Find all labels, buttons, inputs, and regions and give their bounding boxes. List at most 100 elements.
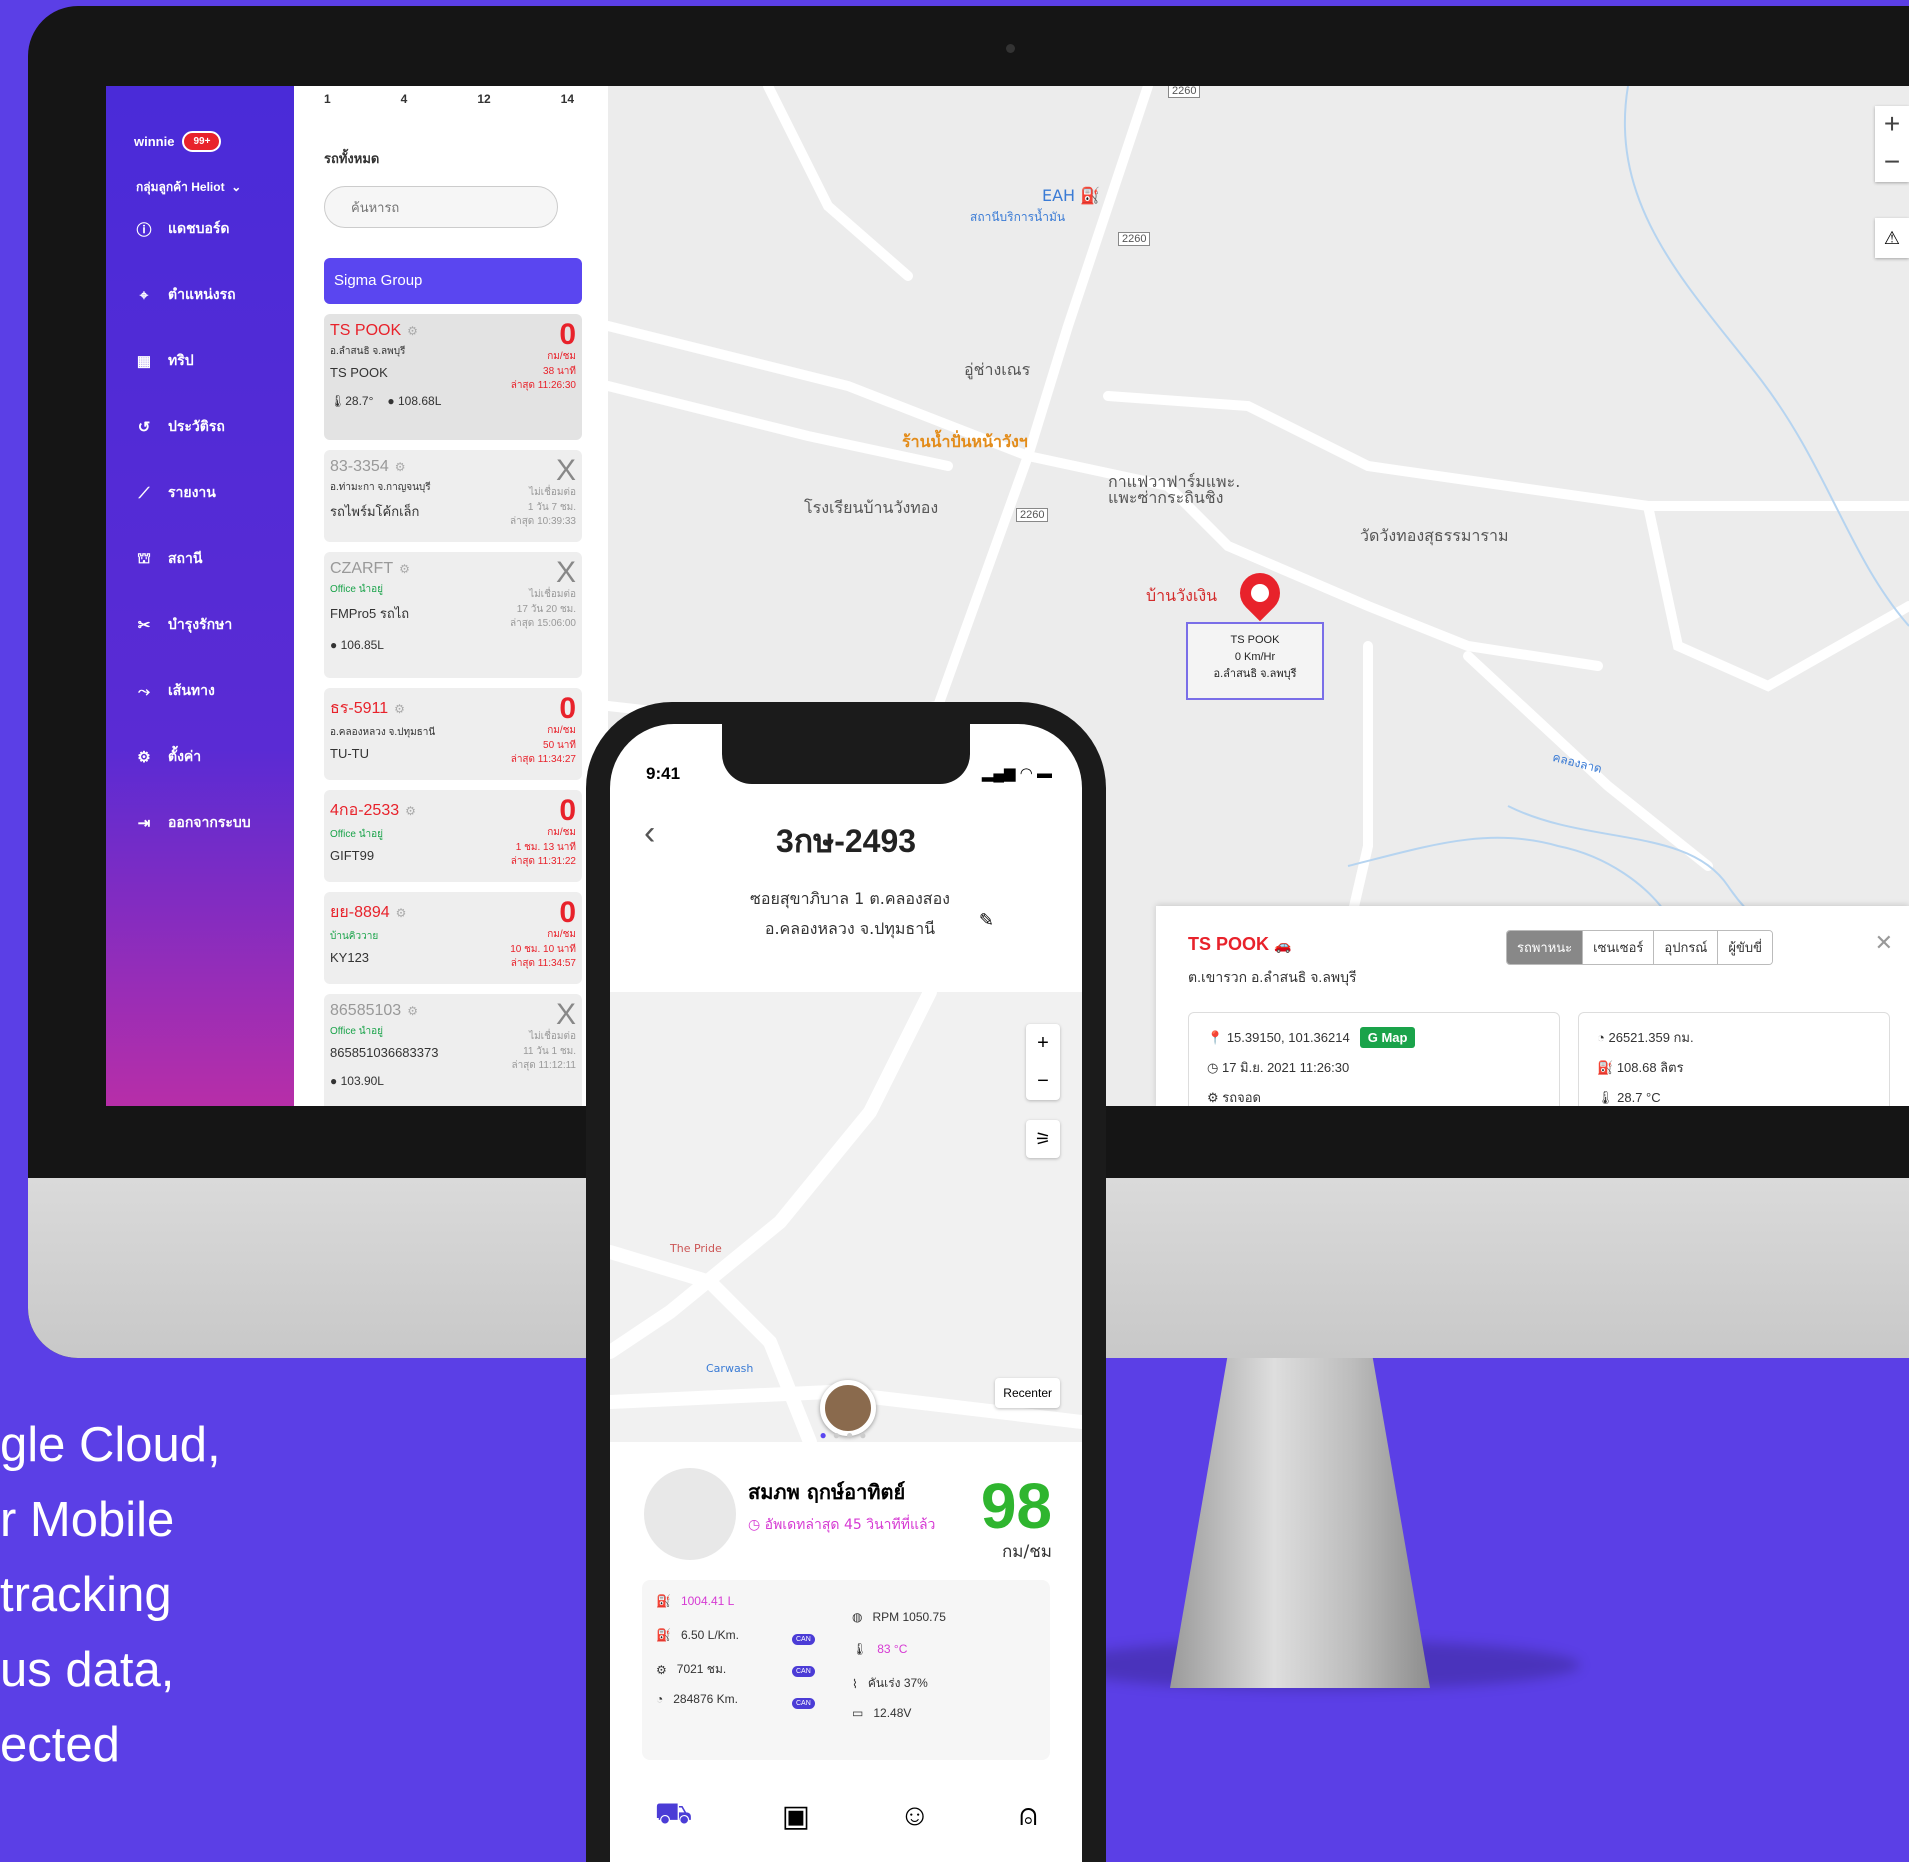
tab-driver[interactable]: ผู้ขับขี่ [1717, 931, 1773, 964]
tools-icon: ✂ [137, 617, 151, 634]
gear-icon[interactable]: ⚙ [396, 906, 407, 920]
sidebar-item-label: เส้นทาง [168, 682, 215, 698]
chip-icon[interactable]: ▣ [782, 1799, 810, 1834]
vehicle-name: 86585103 [330, 1002, 402, 1019]
customer-group-label: กลุ่มลูกค้า Heliot [136, 180, 225, 194]
count-offline[interactable]: 14 [561, 92, 574, 106]
poi-label[interactable]: อู่ช่างเณร [964, 358, 1030, 383]
sidebar-item-label: รายงาน [168, 484, 216, 500]
gear-icon[interactable]: ⚙ [395, 460, 406, 474]
poi-label[interactable]: วัดวังทองสุธรรมาราม [1360, 524, 1509, 549]
zoom-out-button[interactable]: − [1875, 144, 1909, 182]
odometer-row: ◔ 26521.359 กม. [1597, 1023, 1871, 1053]
car-icon: 🚗 [1274, 937, 1292, 953]
vehicle-card[interactable]: 83-3354 ⚙ อ.ท่ามะกา จ.กาญจนบุรี รถไพร์มโค… [324, 450, 582, 542]
vehicle-card[interactable]: 4กอ-2533 ⚙ Office นำอยู่ GIFT99 0 กม/ชม 1 ช… [324, 790, 582, 882]
fuel-row: ⛽ 108.68 ลิตร [1597, 1053, 1871, 1083]
sidebar-item-location[interactable]: ⌖ ตำแหน่งรถ [134, 284, 236, 306]
phone-map[interactable]: The Pride Carwash [610, 985, 1082, 1449]
tab-vehicle[interactable]: รถพาหนะ [1507, 931, 1583, 964]
google-map-button[interactable]: G Map [1359, 1027, 1416, 1048]
mileage-stat: ◔ 284876 Km. [656, 1692, 738, 1706]
gmap-label: Map [1381, 1030, 1408, 1045]
pin-icon: 📍 [1207, 1030, 1224, 1045]
count-parked[interactable]: 12 [477, 92, 490, 106]
tab-device[interactable]: อุปกรณ์ [1653, 931, 1718, 964]
poi-label[interactable]: กาแฟวาฟาร์มแพะ. แพะซ่ากระถินชิง [1108, 474, 1240, 506]
vehicle-list-panel: 1 4 12 14 รถทั้งหมด Sigma Group TS POOK ⚙… [294, 86, 608, 1106]
temp-row: 🌡 28.7 °C [1597, 1083, 1871, 1106]
user-info[interactable]: winnie 99+ [134, 131, 222, 152]
tab-sensor[interactable]: เซนเซอร์ [1582, 931, 1654, 964]
engine-icon: ⚙ [1207, 1090, 1219, 1105]
can-badge: CAN [792, 1666, 815, 1677]
vehicle-card[interactable]: ยย-8894 ⚙ บ้านคิววาย KY123 0 กม/ชม 10 ชม. 1… [324, 892, 582, 984]
info-icon: ⓘ [136, 221, 152, 239]
can-badge: CAN [792, 1634, 815, 1645]
warning-icon[interactable]: ⚠ [1875, 218, 1909, 258]
fuel-value: 108.68 ลิตร [1616, 1060, 1684, 1075]
vehicle-card[interactable]: ธร-5911 ⚙ อ.คลองหลวง จ.ปทุมธานี TU-TU 0 กม… [324, 688, 582, 780]
station-icon: ⛫ [137, 549, 151, 567]
gear-icon[interactable]: ⚙ [394, 702, 405, 716]
sidebar-item-report[interactable]: ⟋ รายงาน [134, 482, 216, 504]
recenter-button[interactable]: Recenter [995, 1378, 1060, 1408]
gear-icon[interactable]: ⚙ [407, 1004, 418, 1018]
gear-icon[interactable]: ⚙ [407, 324, 418, 338]
sidebar-item-history[interactable]: ↺ ประวัติรถ [134, 416, 225, 438]
engine-icon: ⚙ [656, 1662, 667, 1677]
sidebar-item-settings[interactable]: ⚙ ตั้งค่า [134, 746, 201, 768]
status-row: ⚙ รถจอด [1207, 1083, 1541, 1106]
vehicle-name: 4กอ-2533 [330, 802, 400, 819]
zoom-in-button[interactable]: + [1026, 1024, 1060, 1062]
consumption-value: 6.50 L/Km. [680, 1628, 739, 1642]
vehicle-card[interactable]: TS POOK ⚙ อ.ลำสนธิ จ.ลพบุรี TS POOK 0 กม/ช… [324, 314, 582, 440]
vehicle-status: 0 กม/ชม 38 นาที ล่าสุด 11:26:30 [511, 320, 576, 394]
driver-icon[interactable]: ☺ [899, 1799, 930, 1833]
truck-icon[interactable]: ⛟ [655, 1797, 693, 1835]
sidebar-item-label: ประวัติรถ [168, 418, 225, 434]
edit-icon[interactable]: ✎ [979, 910, 994, 931]
fuel-pump-icon: ⛽ [1080, 186, 1101, 205]
speed-display: 98 กม/ชม [981, 1474, 1052, 1565]
poi-label[interactable]: บ้านวังเงิน [1146, 584, 1217, 609]
customer-group-select[interactable]: กลุ่มลูกค้า Heliot ⌄ [136, 178, 241, 197]
driver-name: สมภพ ฤกษ์อาทิตย์ [748, 1480, 906, 1504]
sidebar-item-dashboard[interactable]: ⓘ แดชบอร์ด [134, 218, 229, 240]
popup-name: TS POOK [1230, 634, 1280, 646]
fuel-reading: ● 103.90L [330, 1074, 384, 1088]
drop-icon: ● [387, 394, 395, 408]
sidebar-item-station[interactable]: ⛫ สถานี [134, 548, 202, 570]
sidebar-item-route[interactable]: ⤳ เส้นทาง [134, 680, 215, 702]
marketing-line: tracking [0, 1568, 172, 1622]
vehicle-card[interactable]: CZARFT ⚙ Office นำอยู่ FMPro5 รถไถ X ไม่เช… [324, 552, 582, 678]
group-button[interactable]: Sigma Group [324, 258, 582, 304]
sidebar-item-label: บำรุงรักษา [168, 616, 233, 632]
gear-icon[interactable]: ⚙ [399, 562, 410, 576]
poi-label[interactable]: โรงเรียนบ้านวังทอง [804, 496, 938, 521]
monitor-stand [1170, 1358, 1430, 1688]
notification-badge[interactable]: 99+ [182, 131, 222, 152]
count-all[interactable]: 1 [324, 92, 331, 106]
count-moving[interactable]: 4 [401, 92, 408, 106]
vehicle-stats: ⛽ 1004.41 L ⛽ 6.50 L/Km. ⚙ 7021 ชม. ◔ 284876… [642, 1580, 1050, 1760]
vehicle-name: ธร-5911 [330, 700, 389, 717]
gear-icon[interactable]: ⚙ [405, 804, 416, 818]
poi-label: The Pride [670, 1242, 722, 1255]
marketing-line: r Mobile [0, 1493, 175, 1547]
sidebar-item-logout[interactable]: ⇥ ออกจากระบบ [134, 812, 251, 834]
sidebar-item-maintenance[interactable]: ✂ บำรุงรักษา [134, 614, 233, 636]
vehicle-card[interactable]: 86585103 ⚙ Office นำอยู่ 865851036683373 … [324, 994, 582, 1106]
zoom-in-button[interactable]: + [1875, 106, 1909, 144]
vehicle-popup[interactable]: TS POOK 0 Km/Hr อ.ลำสนธิ จ.ลพบุรี [1186, 622, 1324, 700]
search-input[interactable] [324, 186, 558, 228]
poi-gas-station[interactable]: EAH ⛽ [1042, 186, 1100, 205]
status-line: กม/ชม [547, 725, 576, 736]
vehicle-status: X ไม่เชื่อมต่อ 17 วัน 20 ชม. ล่าสุด 15:06:0… [510, 558, 576, 632]
sidebar-item-trip[interactable]: ▦ ทริป [134, 350, 194, 372]
alarm-icon[interactable]: ⍝ [1019, 1799, 1037, 1833]
close-icon[interactable]: ✕ [1875, 930, 1893, 956]
zoom-out-button[interactable]: − [1026, 1062, 1060, 1100]
traffic-light-icon[interactable]: ⚞ [1026, 1120, 1060, 1158]
poi-label[interactable]: ร้านน้ำปั่นหน้าวังฯ [902, 430, 1028, 455]
